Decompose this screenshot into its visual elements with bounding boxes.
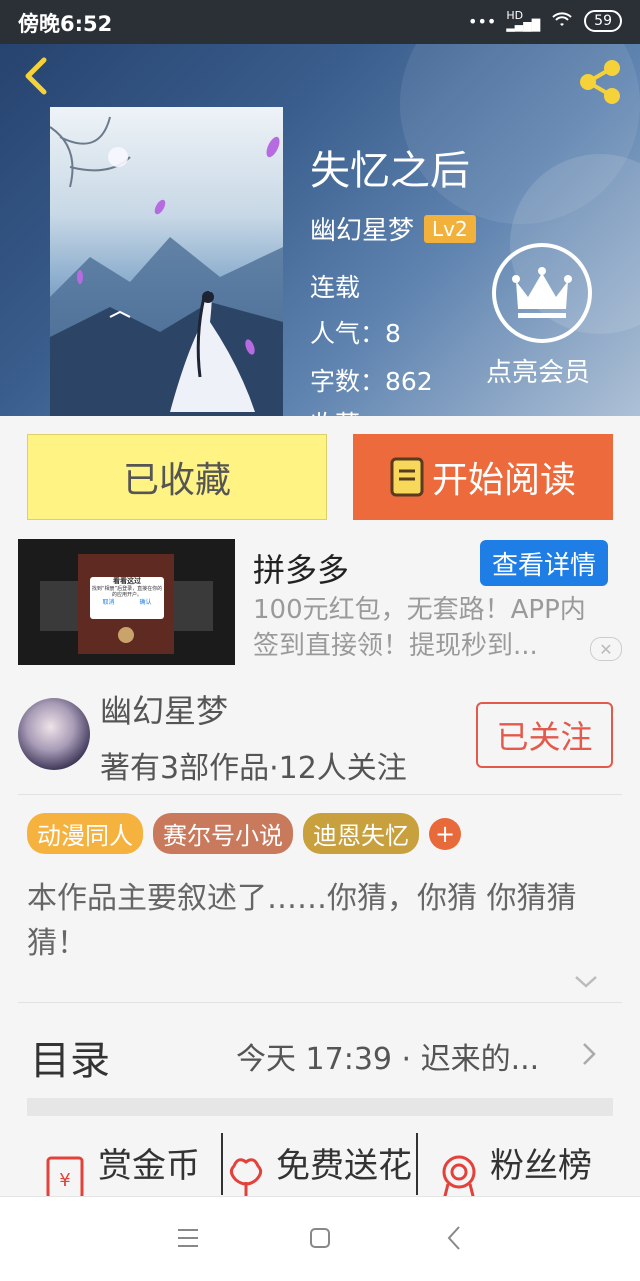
toc-label[interactable]: 目录 bbox=[30, 1028, 110, 1086]
vip-button[interactable] bbox=[492, 243, 592, 343]
divider bbox=[18, 1002, 622, 1003]
expand-chevron-icon[interactable] bbox=[572, 970, 600, 992]
toc-latest-chapter[interactable]: 今天 17:39 · 迟来的... bbox=[236, 1034, 539, 1078]
wifi-icon bbox=[550, 10, 574, 32]
section-spacer bbox=[27, 1098, 613, 1116]
fan-ranking-button[interactable]: 粉丝榜 bbox=[436, 1130, 592, 1201]
book-summary: 本作品主要叙述了……你猜，你猜 你猜猜猜！ bbox=[27, 881, 577, 961]
tag-list: 动漫同人 赛尔号小说 迪恩失忆 + bbox=[27, 813, 461, 854]
add-tag-button[interactable]: + bbox=[429, 817, 461, 850]
reward-coins-label: 赏金币 bbox=[98, 1145, 200, 1186]
medal-icon bbox=[442, 1155, 476, 1201]
crown-icon bbox=[512, 267, 572, 318]
action-separator bbox=[221, 1133, 223, 1195]
popularity: 人气：8 bbox=[310, 319, 401, 348]
share-icon[interactable] bbox=[574, 56, 626, 108]
send-flower-label: 免费送花 bbox=[276, 1145, 412, 1186]
tag-item[interactable]: 迪恩失忆 bbox=[303, 813, 419, 854]
signal-icon: HD ▂▄▆█ bbox=[506, 9, 541, 32]
tag-item[interactable]: 赛尔号小说 bbox=[153, 813, 293, 854]
back-arrow-icon[interactable] bbox=[18, 56, 58, 96]
cover-illustration bbox=[50, 116, 283, 416]
send-flower-button[interactable]: 免费送花 bbox=[224, 1130, 412, 1200]
status-icons: ••• HD ▂▄▆█ 59 bbox=[468, 10, 622, 32]
ad-description[interactable]: 100元红包，无套路！APP内签到直接领！提现秒到... bbox=[253, 592, 608, 664]
fan-ranking-label: 粉丝榜 bbox=[490, 1145, 592, 1186]
follow-button[interactable]: 已关注 bbox=[476, 702, 613, 768]
flower-icon bbox=[229, 1158, 263, 1200]
cut-off-meta: 收藏 bbox=[310, 405, 360, 416]
system-nav-bar bbox=[0, 1196, 640, 1281]
collected-button[interactable]: 已收藏 bbox=[27, 434, 327, 520]
serial-status: 连载 bbox=[310, 273, 361, 302]
word-count: 字数：862 bbox=[310, 367, 433, 396]
home-icon[interactable] bbox=[309, 1227, 331, 1249]
level-badge: Lv2 bbox=[424, 214, 476, 243]
author-name-header[interactable]: 幽幻星梦 bbox=[310, 210, 414, 247]
author-avatar[interactable] bbox=[18, 698, 90, 770]
tag-item[interactable]: 动漫同人 bbox=[27, 813, 143, 854]
petal-decoration bbox=[266, 136, 280, 158]
battery-icon: 59 bbox=[584, 10, 622, 32]
status-time: 傍晚6:52 bbox=[18, 12, 113, 36]
divider bbox=[18, 794, 622, 795]
action-separator bbox=[416, 1133, 418, 1195]
more-dots-icon: ••• bbox=[468, 11, 497, 31]
svg-text:¥: ¥ bbox=[59, 1170, 70, 1191]
ad-detail-button[interactable]: 查看详情 bbox=[480, 540, 608, 586]
status-bar: 傍晚6:52 ••• HD ▂▄▆█ 59 bbox=[0, 0, 640, 44]
author-line: 幽幻星梦 Lv2 bbox=[310, 210, 476, 247]
ad-image[interactable]: 看看这过 找到“相册”后登录，直接在你的的应用开户。 取消 确认 bbox=[18, 539, 235, 665]
vip-label: 点亮会员 bbox=[486, 358, 591, 388]
red-envelope-icon: ¥ bbox=[46, 1156, 84, 1200]
ad-close-icon[interactable]: ✕ bbox=[590, 637, 622, 661]
reward-coins-button[interactable]: ¥ 赏金币 bbox=[40, 1130, 200, 1200]
start-reading-label: 开始阅读 bbox=[431, 460, 576, 501]
ad-dialog: 看看这过 找到“相册”后登录，直接在你的的应用开户。 取消 确认 bbox=[91, 577, 163, 606]
book-icon bbox=[390, 457, 424, 497]
book-title: 失忆之后 bbox=[310, 148, 470, 194]
menu-icon[interactable] bbox=[176, 1227, 200, 1249]
chevron-right-icon[interactable] bbox=[580, 1042, 598, 1066]
start-reading-button[interactable]: 开始阅读 bbox=[353, 434, 613, 520]
author-name[interactable]: 幽幻星梦 bbox=[100, 686, 228, 732]
author-stats: 著有3部作品·12人关注 bbox=[100, 751, 407, 786]
nav-back-icon[interactable] bbox=[446, 1225, 462, 1251]
ad-title[interactable]: 拼多多 bbox=[253, 545, 349, 591]
book-cover[interactable] bbox=[50, 107, 283, 416]
